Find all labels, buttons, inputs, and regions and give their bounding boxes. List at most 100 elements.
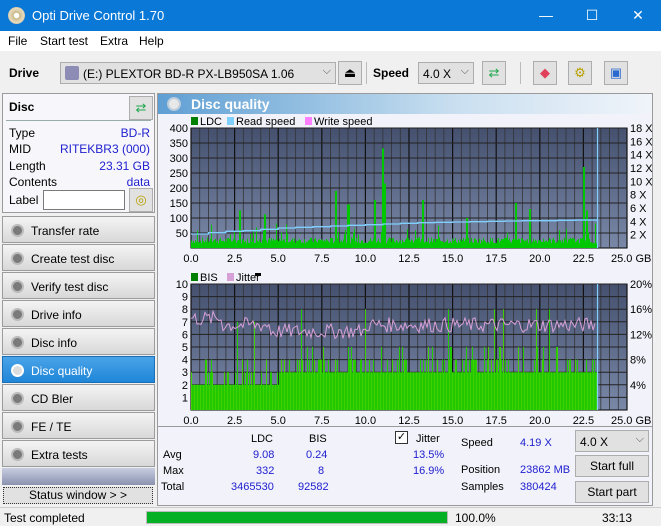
status-window-button[interactable]: Status window > >	[3, 487, 153, 504]
y2-tick-label: 16 X	[630, 136, 652, 148]
nav-create-test-disc[interactable]: Create test disc	[2, 244, 155, 271]
y-tick-label: 6	[182, 329, 188, 341]
maximize-button[interactable]: ☐	[569, 0, 615, 31]
y2-tick-label: 20%	[630, 279, 652, 291]
legend-swatch	[227, 273, 234, 281]
refresh-button[interactable]: ⇄	[482, 61, 506, 85]
y-tick-label: 8	[182, 304, 188, 316]
position-label: Position	[461, 464, 501, 476]
samples-label: Samples	[461, 481, 504, 493]
y-tick-label: 300	[170, 153, 188, 165]
drive-label: Drive	[9, 66, 40, 80]
nav-spacer	[2, 468, 155, 485]
disc-quality-panel: Disc quality 400 350 300 250 200 150 100 50 18 X…	[157, 93, 653, 506]
col-bis: BIS	[309, 433, 327, 445]
menu-help[interactable]: Help	[139, 34, 164, 48]
test-speed-value: 4.0 X	[580, 435, 609, 449]
y-tick-label: 10	[176, 279, 188, 291]
nav-disc-quality[interactable]: Disc quality	[2, 356, 155, 383]
x-tick-label: 25.0 GB	[611, 253, 651, 264]
avg-bis: 0.24	[306, 449, 328, 461]
legend-swatch	[191, 273, 198, 281]
y-tick-label: 2	[182, 380, 188, 392]
max-bis: 8	[318, 465, 325, 477]
y2-tick-label: 12 X	[630, 163, 652, 175]
speed-value: 4.19 X	[520, 437, 552, 449]
y-tick-label: 100	[170, 213, 188, 225]
legend-label: BIS	[200, 272, 218, 284]
nav-fe-te[interactable]: FE / TE	[2, 412, 155, 439]
disc-icon	[11, 364, 24, 377]
y-tick-label: 4	[182, 355, 188, 367]
start-full-button[interactable]: Start full	[575, 455, 649, 477]
y-tick-label: 150	[170, 198, 188, 210]
menu-file[interactable]: File	[8, 34, 27, 48]
window-title: Opti Drive Control 1.70	[32, 8, 165, 23]
disc-label-button[interactable]: ◎	[129, 188, 153, 212]
progress-percent: 100.0%	[455, 511, 496, 525]
y2-tick-label: 6 X	[630, 203, 647, 215]
y2-tick-label: 18 X	[630, 123, 652, 135]
app-disc-icon	[8, 7, 25, 24]
speed-select[interactable]: 4.0 X ⌵	[418, 62, 474, 84]
max-ldc: 332	[256, 465, 275, 477]
label-field-label: Label	[9, 193, 39, 207]
drive-select[interactable]: (E:) PLEXTOR BD-R PX-LB950SA 1.06 ⌵	[60, 62, 336, 84]
legend-swatch	[191, 117, 198, 125]
test-speed-select[interactable]: 4.0 X ⌵	[575, 430, 649, 452]
disc-quality-icon	[167, 97, 181, 111]
menu-start-test[interactable]: Start test	[40, 34, 88, 48]
status-bar: Test completed 100.0% 33:13	[0, 507, 661, 526]
disc-icon	[11, 280, 24, 293]
label-input[interactable]	[43, 190, 125, 210]
erase-button[interactable]: ◆	[533, 61, 557, 85]
save-button[interactable]: ▣	[604, 61, 628, 85]
nav-drive-info[interactable]: Drive info	[2, 300, 155, 327]
nav-extra-tests[interactable]: Extra tests	[2, 440, 155, 467]
avg-ldc: 9.08	[253, 449, 275, 461]
x-tick-label: 17.5	[485, 253, 506, 264]
divider	[158, 426, 652, 427]
total-ldc: 3465530	[231, 481, 274, 493]
y-tick-label: 9	[182, 292, 188, 304]
col-jitter: Jitter	[416, 433, 440, 445]
close-button[interactable]: ✕	[615, 0, 661, 31]
row-total-label: Total	[161, 481, 185, 493]
menu-extra[interactable]: Extra	[100, 34, 128, 48]
elapsed-time: 33:13	[602, 511, 633, 525]
x-tick-label: 0.0	[183, 253, 198, 264]
y-tick-label: 1	[182, 392, 188, 404]
prop-type-label: Type	[9, 126, 36, 140]
toolbar: Drive (E:) PLEXTOR BD-R PX-LB950SA 1.06 …	[0, 51, 661, 93]
y-tick-label: 250	[170, 168, 188, 180]
prop-mid-label: MID	[9, 142, 31, 156]
start-part-button[interactable]: Start part	[575, 481, 649, 503]
prop-mid-value: RITEKBR3 (000)	[59, 142, 150, 156]
minimize-button[interactable]: —	[523, 0, 569, 31]
y-tick-label: 5	[182, 342, 188, 354]
panel-title: Disc quality	[191, 96, 270, 112]
speed-label: Speed	[461, 437, 493, 449]
nav-transfer-rate[interactable]: Transfer rate	[2, 216, 155, 243]
ldc-chart: 4003503002502001501005018 X16 X14 X12 X1…	[170, 116, 652, 264]
bis-jitter-chart: 1098765432120%16%12%8%4%0.0 2.5 5.0 7.5 10.0…	[176, 272, 652, 427]
nav-cd-bler[interactable]: CD Bler	[2, 384, 155, 411]
y2-tick-label: 16%	[630, 304, 652, 316]
prop-contents-label: Contents	[9, 175, 58, 189]
legend-swatch	[227, 117, 234, 125]
progress-fill	[147, 512, 447, 523]
prop-contents-value: data	[126, 175, 150, 189]
legend-label: Write speed	[314, 116, 373, 128]
toolbar-divider	[520, 62, 521, 84]
disc-icon	[11, 336, 24, 349]
y2-tick-label: 14 X	[630, 150, 652, 162]
status-text: Test completed	[4, 511, 85, 525]
disc-refresh-button[interactable]: ⇄	[129, 96, 153, 120]
prop-length-value: 23.31 GB	[99, 159, 150, 173]
nav-disc-info[interactable]: Disc info	[2, 328, 155, 355]
settings-button[interactable]: ⚙	[568, 61, 592, 85]
eject-button[interactable]: ⏏	[338, 61, 362, 85]
nav-verify-test-disc[interactable]: Verify test disc	[2, 272, 155, 299]
jitter-checkbox[interactable]: ✓	[395, 431, 408, 444]
menu-bar: File Start test Extra Help	[0, 31, 661, 51]
